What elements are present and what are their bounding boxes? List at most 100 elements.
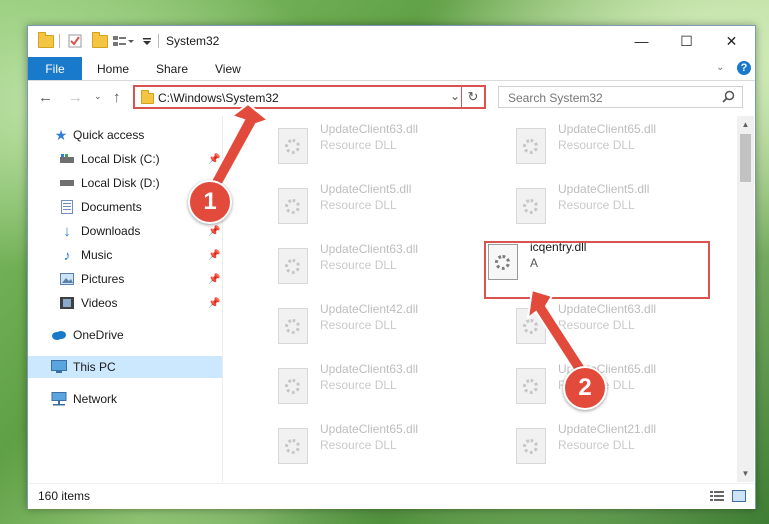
music-icon: ♪ xyxy=(63,247,71,263)
tab-file[interactable]: File xyxy=(28,57,82,80)
navigation-pane: ★ Quick access Local Disk (C:) 📌 Local D… xyxy=(28,116,223,482)
large-icons-view-icon[interactable] xyxy=(732,490,746,502)
file-name: UpdateClient21.dll xyxy=(558,422,657,436)
sidebar-item-pictures[interactable]: Pictures 📌 xyxy=(28,268,222,290)
step-marker-2: 2 xyxy=(563,366,607,410)
sidebar-item-videos[interactable]: Videos 📌 xyxy=(28,292,222,314)
file-description: Resource DLL xyxy=(320,198,397,212)
recent-locations-chevron-icon[interactable]: ⌄ xyxy=(94,91,102,102)
file-item[interactable]: UpdateClient65.dll Resource DLL xyxy=(486,116,706,172)
file-item[interactable]: UpdateClient63.dll Resource DLL xyxy=(248,356,468,412)
file-name: UpdateClient5.dll xyxy=(320,182,412,196)
file-description: Resource DLL xyxy=(320,378,397,392)
picture-icon xyxy=(59,272,75,286)
quick-access-dropdown-icon[interactable] xyxy=(142,32,152,50)
divider xyxy=(158,34,159,48)
sidebar-item-label: Local Disk (D:) xyxy=(81,176,160,190)
search-input[interactable]: Search System32 xyxy=(498,86,743,108)
pin-icon[interactable]: 📌 xyxy=(208,250,220,261)
pin-icon[interactable]: 📌 xyxy=(208,154,220,165)
item-count: 160 items xyxy=(38,489,91,503)
drive-icon xyxy=(59,176,75,190)
sidebar-item-network[interactable]: Network xyxy=(28,388,222,410)
file-description: Resource DLL xyxy=(558,198,635,212)
divider xyxy=(59,34,60,48)
drive-icon xyxy=(59,152,75,166)
dll-file-icon xyxy=(516,128,546,164)
sidebar-item-onedrive[interactable]: OneDrive xyxy=(28,324,222,346)
sidebar-item-label: Pictures xyxy=(81,272,125,286)
pin-icon[interactable]: 📌 xyxy=(208,226,220,237)
file-name: UpdateClient63.dll xyxy=(320,122,419,136)
minimize-button[interactable]: — xyxy=(619,26,664,56)
file-description: Resource DLL xyxy=(558,438,635,452)
file-name: UpdateClient65.dll xyxy=(320,422,419,436)
dll-file-icon xyxy=(516,368,546,404)
file-item[interactable]: UpdateClient63.dll Resource DLL xyxy=(248,116,468,172)
address-path: C:\Windows\System32 xyxy=(158,91,279,105)
tab-view[interactable]: View xyxy=(215,62,241,76)
refresh-icon[interactable]: ↻ xyxy=(461,87,484,107)
up-arrow-icon[interactable]: ↑ xyxy=(113,89,121,106)
sidebar-item-label: Quick access xyxy=(73,128,145,142)
dll-file-icon xyxy=(278,248,308,284)
help-icon[interactable]: ? xyxy=(737,61,751,75)
sidebar-item-quick-access[interactable]: ★ Quick access xyxy=(28,124,222,146)
properties-icon[interactable] xyxy=(68,32,82,50)
file-description: Resource DLL xyxy=(320,258,397,272)
details-view-icon[interactable] xyxy=(710,490,724,502)
address-dropdown-icon[interactable]: ⌄ xyxy=(450,89,460,103)
address-bar[interactable]: C:\Windows\System32 ⌄ ↻ xyxy=(133,85,486,109)
status-bar: 160 items xyxy=(28,483,755,509)
dll-file-icon xyxy=(516,428,546,464)
search-icon[interactable] xyxy=(722,90,735,106)
title-bar: System32 — ☐ ✕ xyxy=(28,26,755,57)
download-icon: ↓ xyxy=(63,222,71,240)
video-icon xyxy=(59,296,75,310)
file-item[interactable]: UpdateClient63.dll Resource DLL xyxy=(486,296,706,352)
tab-share[interactable]: Share xyxy=(156,62,188,76)
pin-icon[interactable]: 📌 xyxy=(208,298,220,309)
maximize-button[interactable]: ☐ xyxy=(664,26,709,56)
file-name: UpdateClient63.dll xyxy=(320,362,419,376)
back-arrow-icon[interactable]: ← xyxy=(38,89,53,106)
sidebar-item-label: Videos xyxy=(81,296,118,310)
sidebar-item-local-disk-c[interactable]: Local Disk (C:) 📌 xyxy=(28,148,222,170)
forward-arrow-icon[interactable]: → xyxy=(68,89,83,106)
cloud-icon xyxy=(51,328,67,342)
dll-file-icon xyxy=(278,428,308,464)
folder-icon xyxy=(38,31,54,50)
pin-icon[interactable]: 📌 xyxy=(208,274,220,285)
close-button[interactable]: ✕ xyxy=(709,26,754,56)
file-name: UpdateClient42.dll xyxy=(320,302,419,316)
scroll-up-icon[interactable]: ▲ xyxy=(737,116,754,133)
tab-home[interactable]: Home xyxy=(97,62,129,76)
file-item[interactable]: UpdateClient5.dll Resource DLL xyxy=(486,176,706,232)
dll-file-icon xyxy=(278,368,308,404)
scroll-down-icon[interactable]: ▼ xyxy=(737,465,754,482)
expand-ribbon-icon[interactable]: ⌄ xyxy=(716,62,724,73)
dll-file-icon xyxy=(516,188,546,224)
new-folder-icon[interactable] xyxy=(92,31,108,50)
file-description: Resource DLL xyxy=(320,318,397,332)
dll-file-icon xyxy=(278,308,308,344)
highlight-box xyxy=(484,241,710,299)
vertical-scrollbar[interactable]: ▲ ▼ xyxy=(737,116,754,482)
sidebar-item-this-pc[interactable]: This PC xyxy=(28,356,222,378)
scroll-thumb[interactable] xyxy=(740,134,751,182)
sidebar-item-label: OneDrive xyxy=(73,328,124,342)
sidebar-item-downloads[interactable]: ↓ Downloads 📌 xyxy=(28,220,222,242)
file-name: UpdateClient5.dll xyxy=(558,182,650,196)
file-item[interactable]: UpdateClient42.dll Resource DLL xyxy=(248,296,468,352)
sidebar-item-music[interactable]: ♪ Music 📌 xyxy=(28,244,222,266)
file-item[interactable]: UpdateClient5.dll Resource DLL xyxy=(248,176,468,232)
customize-toolbar-icon[interactable] xyxy=(112,32,134,50)
dll-file-icon xyxy=(278,188,308,224)
ribbon: File Home Share View ⌄ ? xyxy=(28,57,755,81)
file-item[interactable]: UpdateClient65.dll Resource DLL xyxy=(248,416,468,472)
file-item[interactable]: UpdateClient21.dll Resource DLL xyxy=(486,416,706,472)
file-list: UpdateClient63.dll Resource DLL UpdateCl… xyxy=(224,116,736,482)
file-item[interactable]: UpdateClient63.dll Resource DLL xyxy=(248,236,468,292)
file-description: Resource DLL xyxy=(320,138,397,152)
dll-file-icon xyxy=(278,128,308,164)
